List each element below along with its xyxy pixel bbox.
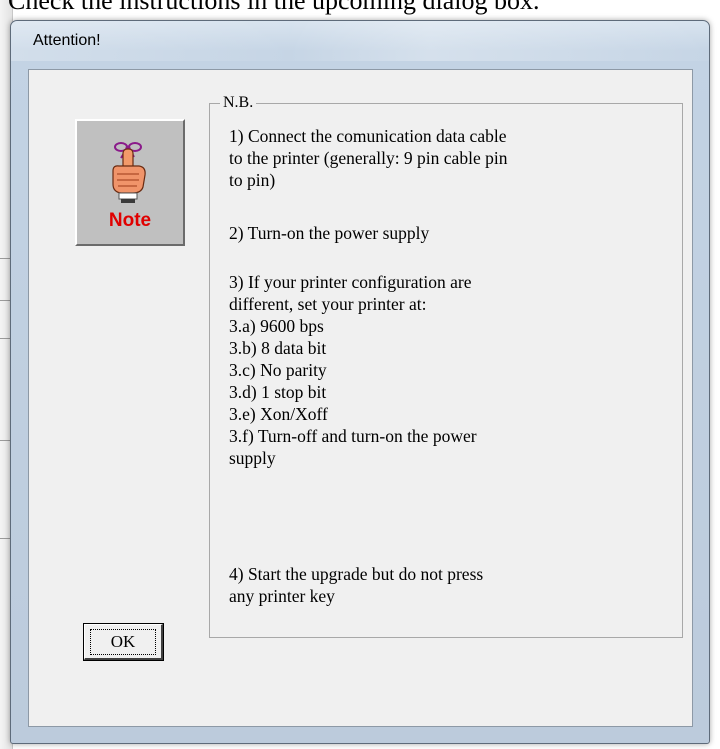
ok-button[interactable]: OK bbox=[83, 623, 164, 661]
dialog-titlebar[interactable]: Attention! bbox=[11, 21, 709, 61]
attention-dialog: Attention! Note N.B. 1) Connect the comu… bbox=[10, 20, 710, 744]
dialog-title: Attention! bbox=[33, 32, 101, 49]
step-1-text: 1) Connect the comunication data cable t… bbox=[229, 126, 508, 190]
ok-button-label: OK bbox=[90, 629, 156, 655]
note-label: Note bbox=[108, 210, 152, 231]
step-3-text: 3) If your printer configuration are dif… bbox=[229, 272, 477, 468]
nb-groupbox: N.B. 1) Connect the comunication data ca… bbox=[209, 93, 683, 638]
dialog-client-area: Note N.B. 1) Connect the comunication da… bbox=[28, 69, 693, 727]
step-4-text: 4) Start the upgrade but do not press an… bbox=[229, 564, 484, 606]
background-instruction: Check the instructions in the upcoming d… bbox=[8, 0, 540, 15]
step-2-text: 2) Turn-on the power supply bbox=[229, 223, 430, 243]
nb-group-label: N.B. bbox=[220, 93, 257, 113]
note-icon: Note bbox=[75, 119, 185, 246]
